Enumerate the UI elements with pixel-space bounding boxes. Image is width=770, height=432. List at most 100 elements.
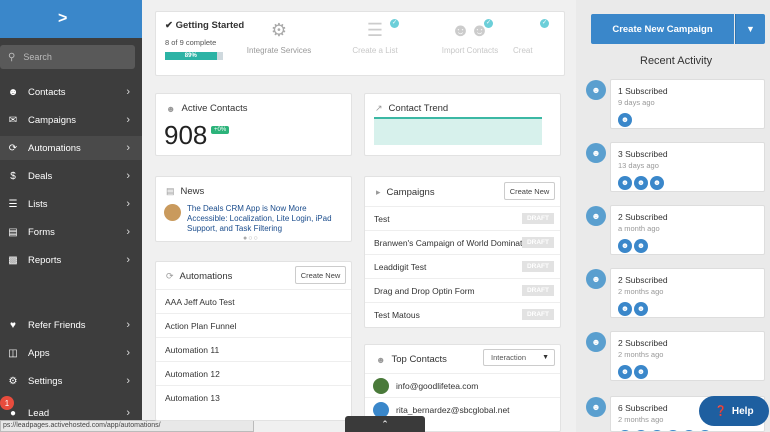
check-icon: ✓: [484, 19, 493, 28]
automation-row[interactable]: Automation 11: [156, 337, 351, 361]
chevron-right-icon: ›: [126, 347, 130, 359]
step-icon: [513, 20, 563, 46]
activity-card[interactable]: 2 Subscribed a month ago ☻ ☻: [610, 205, 765, 255]
heart-icon: ♥: [10, 319, 16, 331]
users-icon: ☻: [586, 206, 606, 226]
chevron-up-icon: ⌃: [381, 419, 389, 429]
step-integrate-services[interactable]: ⚙ Integrate Services: [234, 20, 324, 55]
sidebar-item-label: Automations: [28, 142, 81, 154]
activity-card[interactable]: 1 Subscribed 9 days ago ☻: [610, 79, 765, 129]
active-contacts-count: 908: [164, 120, 208, 150]
users-icon: ☻☻: [451, 20, 489, 40]
sidebar-item-settings[interactable]: ⚙ Settings ›: [0, 369, 142, 393]
step-create-list[interactable]: ☰ Create a List: [330, 20, 420, 55]
campaign-row[interactable]: Leaddigit Test DRAFT: [365, 254, 560, 278]
progress-bar: 89%: [165, 52, 223, 60]
scroll-up-button[interactable]: ⌃: [345, 416, 425, 432]
sidebar-item-apps[interactable]: ◫ Apps ›: [0, 341, 142, 365]
reports-icon: ▩: [8, 254, 18, 266]
step-label: Integrate Services: [246, 46, 312, 55]
interaction-select[interactable]: Interaction ▼: [483, 349, 555, 366]
activity-card[interactable]: 3 Subscribed 13 days ago ☻ ☻ ☻: [610, 142, 765, 192]
activity-time: 9 days ago: [618, 98, 655, 107]
contact-row[interactable]: info@goodlifetea.com: [365, 373, 560, 397]
sidebar-item-automations[interactable]: ⟳ Automations ›: [0, 136, 142, 160]
step-create[interactable]: Creat: [513, 20, 563, 55]
getting-started-subtitle: 8 of 9 complete: [165, 38, 217, 47]
activity-time: 2 months ago: [618, 350, 664, 359]
sidebar-item-campaigns[interactable]: ✉ Campaigns ›: [0, 108, 142, 132]
status-badge: DRAFT: [521, 309, 554, 320]
activity-title: 2 Subscribed: [618, 338, 668, 348]
activity-title: 2 Subscribed: [618, 212, 668, 222]
sidebar-item-lists[interactable]: ☰ Lists ›: [0, 192, 142, 216]
sidebar-item-label: Apps: [28, 347, 50, 359]
chevron-right-icon: ›: [126, 86, 130, 98]
list-icon: ☰: [366, 20, 384, 40]
carousel-dots[interactable]: ●○○: [243, 235, 259, 242]
avatar[interactable]: ☻: [634, 302, 648, 316]
activity-title: 2 Subscribed: [618, 275, 668, 285]
chevron-right-icon: ›: [126, 114, 130, 126]
check-icon: ✓: [390, 19, 399, 28]
sidebar-item-label: Deals: [28, 170, 53, 182]
logo[interactable]: >: [0, 0, 142, 38]
activity-card[interactable]: 2 Subscribed 2 months ago ☻ ☻: [610, 331, 765, 381]
sidebar: > ⚲ Search: [0, 0, 142, 432]
sidebar-item-label: Forms: [28, 226, 55, 238]
avatar[interactable]: ☻: [618, 239, 632, 253]
apps-icon: ◫: [8, 347, 18, 359]
sidebar-item-deals[interactable]: $ Deals ›: [0, 164, 142, 188]
chat-icon: ❓: [714, 405, 727, 417]
campaign-row[interactable]: Branwen's Campaign of World Domination DR…: [365, 230, 560, 254]
sidebar-item-refer-friends[interactable]: ♥ Refer Friends ›: [0, 313, 142, 337]
avatar[interactable]: ☻: [634, 365, 648, 379]
avatar[interactable]: ☻: [618, 365, 632, 379]
avatar[interactable]: ☻: [634, 239, 648, 253]
activity-time: 13 days ago: [618, 161, 659, 170]
avatar[interactable]: ☻: [618, 302, 632, 316]
sidebar-item-label: Settings: [28, 375, 63, 387]
step-import-contacts[interactable]: ☻☻ Import Contacts: [425, 20, 515, 55]
search-bar[interactable]: ⚲ Search: [0, 45, 135, 69]
automations-title: ⟳ Automations: [166, 271, 233, 282]
sidebar-item-label: Lead: [28, 407, 50, 419]
users-icon: ☻: [376, 354, 386, 365]
sidebar-item-contacts[interactable]: ☻ Contacts ›: [0, 80, 142, 104]
automation-row[interactable]: Automation 13: [156, 385, 351, 409]
campaign-row[interactable]: Drag and Drop Optin Form DRAFT: [365, 278, 560, 302]
trend-chart: [374, 117, 542, 145]
change-badge: +0%: [211, 126, 230, 134]
campaign-row[interactable]: Test DRAFT: [365, 206, 560, 230]
avatar[interactable]: ☻: [618, 113, 632, 127]
dollar-icon: $: [10, 170, 16, 182]
caret-down-icon[interactable]: ▼: [735, 14, 765, 44]
news-thumbnail: [164, 204, 181, 221]
automation-row[interactable]: Action Plan Funnel: [156, 313, 351, 337]
users-icon: ☻: [586, 143, 606, 163]
users-icon: ☻: [586, 332, 606, 352]
caret-down-icon: ▼: [542, 354, 549, 361]
avatar[interactable]: ☻: [634, 176, 648, 190]
automation-row[interactable]: Automation 12: [156, 361, 351, 385]
create-automation-button[interactable]: Create New: [295, 266, 346, 284]
avatar[interactable]: ☻: [650, 176, 664, 190]
users-icon: ☻: [586, 397, 606, 417]
campaign-row[interactable]: Test Matous DRAFT: [365, 302, 560, 326]
gear-icon: ⚙: [270, 20, 288, 40]
activity-title: 3 Subscribed: [618, 149, 668, 159]
chevron-right-icon: ›: [126, 254, 130, 266]
activity-card[interactable]: 2 Subscribed 2 months ago ☻ ☻: [610, 268, 765, 318]
news-headline-link[interactable]: The Deals CRM App is Now More Accessible…: [187, 204, 347, 234]
create-new-campaign-button[interactable]: Create New Campaign: [591, 14, 734, 44]
chevron-right-icon: ›: [126, 170, 130, 182]
create-campaign-button[interactable]: Create New: [504, 182, 555, 200]
sidebar-item-forms[interactable]: ▤ Forms ›: [0, 220, 142, 244]
help-button[interactable]: ❓ Help: [699, 396, 769, 426]
activity-time: 2 months ago: [618, 415, 664, 424]
avatar[interactable]: ☻: [618, 176, 632, 190]
trend-icon: ↗: [375, 103, 383, 113]
sidebar-item-reports[interactable]: ▩ Reports ›: [0, 248, 142, 272]
automation-row[interactable]: AAA Jeff Auto Test: [156, 289, 351, 313]
search-input[interactable]: Search: [23, 52, 52, 62]
